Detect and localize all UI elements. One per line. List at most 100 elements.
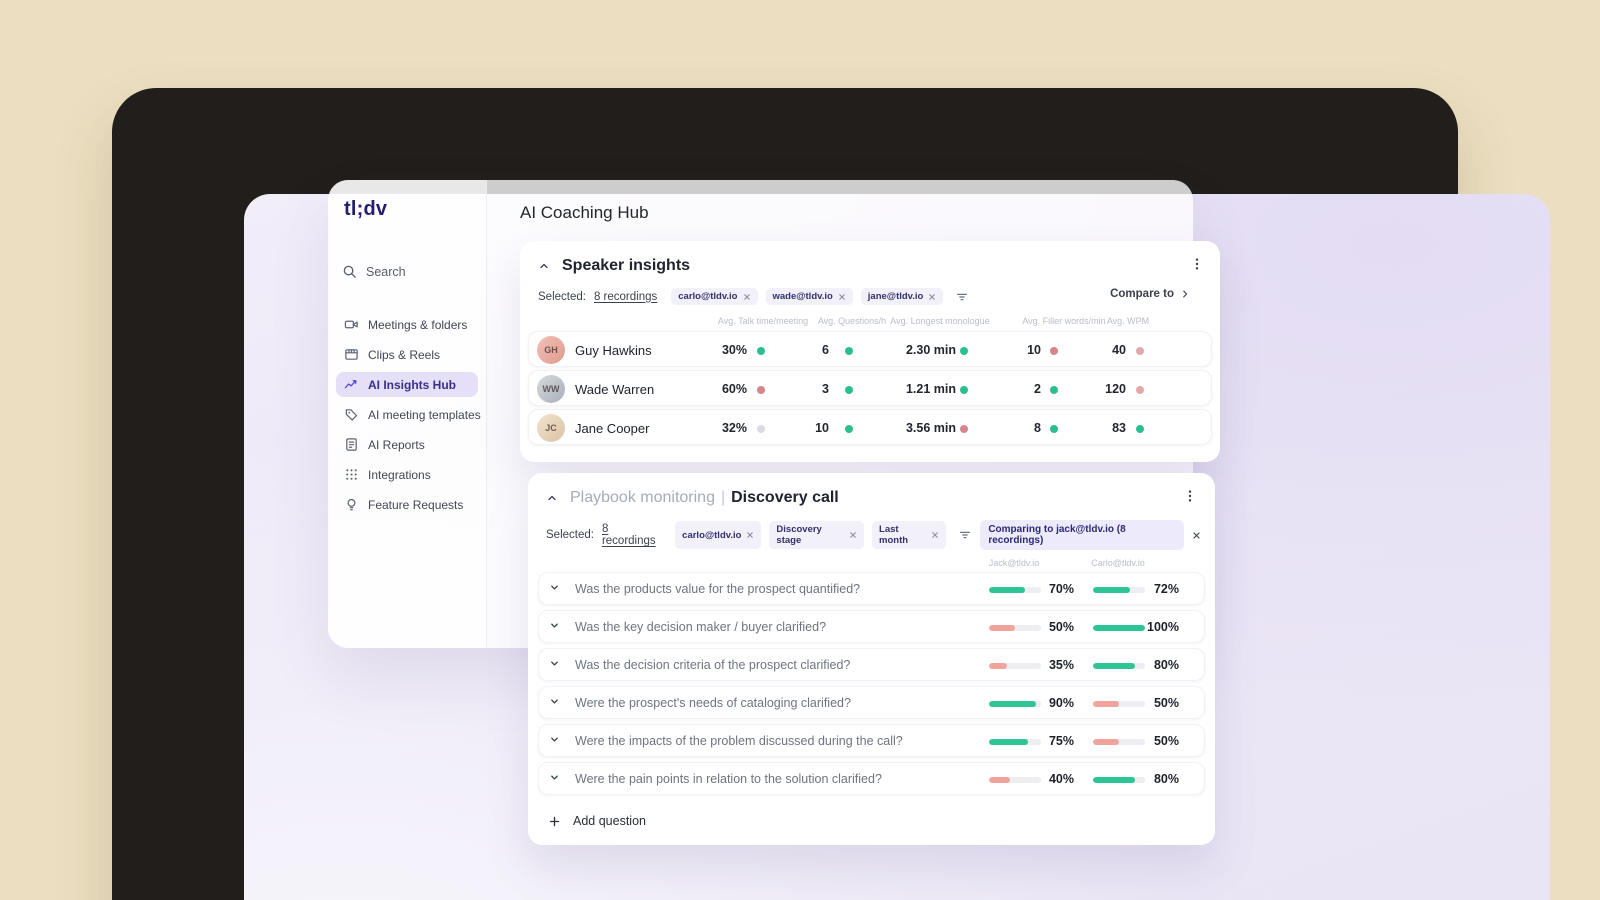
status-dot-negative: [1050, 347, 1058, 355]
plus-icon: [548, 815, 561, 828]
playbook-question-row[interactable]: Was the key decision maker / buyer clari…: [538, 610, 1205, 643]
score-bar: [989, 739, 1041, 745]
score-bar: [1093, 587, 1145, 593]
sidebar: tl;dv Search Meetings & folders Clips & R…: [328, 180, 487, 648]
filter-chip-wade-tldv-io[interactable]: wade@tldv.io: [765, 288, 853, 305]
score-label: 40%: [1048, 772, 1074, 786]
filter-chip-carlo-tldv-io[interactable]: carlo@tldv.io: [675, 521, 762, 549]
playbook-question-row[interactable]: Were the impacts of the problem discusse…: [538, 724, 1205, 757]
sidebar-item-ai-meeting-templates[interactable]: AI meeting templates: [336, 402, 481, 427]
score-bar: [989, 587, 1041, 593]
close-icon[interactable]: [928, 293, 936, 301]
kebab-menu-icon[interactable]: [1190, 257, 1204, 271]
metric-value: 40: [1112, 343, 1126, 357]
status-dot-warning: [1136, 347, 1144, 355]
score-bar: [989, 701, 1041, 707]
score-bar: [1093, 739, 1145, 745]
metric-value: 32%: [721, 421, 747, 435]
metric-value: 3.56 min: [905, 421, 956, 435]
playbook-question-row[interactable]: Were the prospect's needs of cataloging …: [538, 686, 1205, 719]
grid-dots-icon: [344, 467, 359, 482]
selected-label: Selected:: [546, 529, 594, 541]
kebab-menu-icon[interactable]: [1183, 489, 1197, 503]
score-label: 80%: [1153, 772, 1179, 786]
selected-label: Selected:: [538, 290, 586, 303]
close-icon[interactable]: [746, 531, 754, 539]
status-dot-warning: [1136, 386, 1144, 394]
question-text: Were the prospect's needs of cataloging …: [575, 696, 851, 710]
status-dot-positive: [1136, 425, 1144, 433]
status-dot-positive: [1050, 386, 1058, 394]
score-label: 50%: [1048, 620, 1074, 634]
avatar: JC: [537, 414, 565, 442]
chevron-down-icon[interactable]: [549, 620, 560, 631]
score-label: 35%: [1048, 658, 1074, 672]
tldv-logo: tl;dv: [344, 198, 388, 220]
question-text: Was the decision criteria of the prospec…: [575, 658, 851, 672]
score-bar: [1093, 625, 1145, 631]
chevron-down-icon[interactable]: [549, 734, 560, 745]
close-icon[interactable]: [838, 293, 846, 301]
add-question-button[interactable]: Add question: [538, 806, 1205, 836]
score-bar: [1093, 663, 1145, 669]
speaker-row-wade-warren[interactable]: WW Wade Warren 60% 3 1.21 min 2 120: [528, 370, 1212, 406]
column-header-avg-longest-monologue: Avg. Longest monologue: [890, 316, 990, 326]
filter-icon[interactable]: [955, 290, 969, 304]
filter-chip-carlo-tldv-io[interactable]: carlo@tldv.io: [671, 288, 758, 305]
metric-value: 2.30 min: [905, 343, 956, 357]
sidebar-item-clips-reels[interactable]: Clips & Reels: [336, 342, 478, 367]
metric-value: 3: [822, 382, 829, 396]
chevron-down-icon[interactable]: [549, 658, 560, 669]
speaker-name: Jane Cooper: [575, 421, 650, 436]
close-icon[interactable]: [743, 293, 751, 301]
score-bar: [1093, 777, 1145, 783]
compare-to-button[interactable]: Compare to: [1110, 288, 1190, 300]
metric-value: 6: [822, 343, 829, 357]
metric-value: 1.21 min: [905, 382, 956, 396]
comparison-column-carlo-tldv-io: Carlo@tldv.io: [1091, 558, 1145, 568]
speaker-name: Wade Warren: [575, 382, 655, 397]
filter-chip-jane-tldv-io[interactable]: jane@tldv.io: [860, 288, 944, 305]
comparison-column-jack-tldv-io: Jack@tldv.io: [988, 558, 1040, 568]
speaker-row-jane-cooper[interactable]: JC Jane Cooper 32% 10 3.56 min 8 83: [528, 409, 1212, 445]
filter-chip-discovery-stage[interactable]: Discovery stage: [769, 521, 865, 549]
filter-icon[interactable]: [958, 528, 972, 542]
playbook-filter-row: Selected: 8 recordings carlo@tldv.io Disc…: [546, 520, 1201, 550]
clapperboard-icon: [344, 347, 359, 362]
chevron-down-icon[interactable]: [549, 582, 560, 593]
close-icon[interactable]: [931, 531, 939, 539]
playbook-question-row[interactable]: Was the products value for the prospect …: [538, 572, 1205, 605]
column-header-avg-talk-time-meeting: Avg. Talk time/meeting: [717, 316, 809, 326]
selected-recordings-link[interactable]: 8 recordings: [602, 523, 663, 547]
search-label: Search: [366, 264, 406, 279]
metric-value: 10: [1027, 343, 1041, 357]
close-icon[interactable]: [849, 531, 857, 539]
status-dot-positive: [1050, 425, 1058, 433]
playbook-question-row[interactable]: Were the pain points in relation to the …: [538, 762, 1205, 795]
search-button[interactable]: Search: [342, 264, 406, 279]
chevron-down-icon[interactable]: [549, 772, 560, 783]
sidebar-item-label: Feature Requests: [368, 497, 464, 512]
column-header-avg-filler-words-min: Avg. Filler words/min: [1022, 316, 1106, 326]
sidebar-item-integrations[interactable]: Integrations: [336, 462, 478, 487]
close-icon[interactable]: [1192, 531, 1201, 540]
speaker-row-guy-hawkins[interactable]: GH Guy Hawkins 30% 6 2.30 min 10 40: [528, 331, 1212, 367]
sidebar-item-ai-reports[interactable]: AI Reports: [336, 432, 478, 457]
selected-recordings-link[interactable]: 8 recordings: [594, 291, 657, 303]
playbook-question-row[interactable]: Was the decision criteria of the prospec…: [538, 648, 1205, 681]
collapse-chevron-up-icon[interactable]: [538, 260, 550, 272]
filter-chip-last-month[interactable]: Last month: [872, 521, 947, 549]
sidebar-item-meetings-folders[interactable]: Meetings & folders: [336, 312, 478, 337]
collapse-chevron-up-icon[interactable]: [546, 492, 558, 504]
trend-chart-icon: [344, 377, 359, 392]
sidebar-item-feature-requests[interactable]: Feature Requests: [336, 492, 478, 517]
score-bar: [989, 777, 1041, 783]
sidebar-menu: Meetings & folders Clips & Reels AI Insigh…: [336, 312, 481, 517]
comparing-chip[interactable]: Comparing to jack@tldv.io (8 recordings): [980, 520, 1201, 550]
sidebar-item-label: Integrations: [368, 467, 431, 482]
score-label: 72%: [1153, 582, 1179, 596]
sidebar-item-ai-insights-hub[interactable]: AI Insights Hub: [336, 372, 478, 397]
speaker-insights-title: Speaker insights: [562, 257, 691, 274]
metric-value: 60%: [721, 382, 747, 396]
chevron-down-icon[interactable]: [549, 696, 560, 707]
